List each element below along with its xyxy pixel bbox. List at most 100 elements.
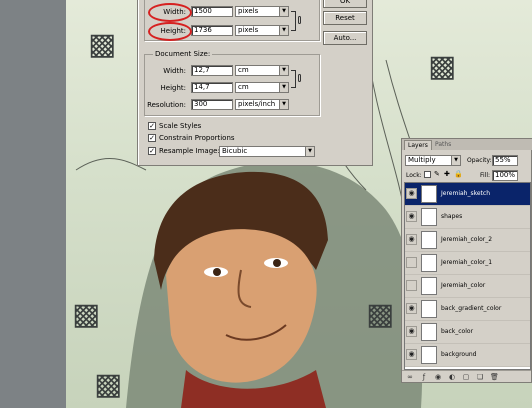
doc-width-input[interactable]: 12,7 bbox=[191, 65, 233, 76]
opacity-input[interactable]: 55% bbox=[492, 155, 518, 166]
lock-transparency-icon[interactable] bbox=[424, 171, 431, 178]
layer-name: Jeremiah_color_2 bbox=[441, 236, 493, 243]
blend-mode-value: Multiply bbox=[408, 156, 436, 164]
chevron-down-icon: ▼ bbox=[279, 83, 288, 92]
panel-tabs: Layers Paths bbox=[402, 139, 532, 150]
puzzle-piece-icon: ▩ bbox=[94, 367, 123, 402]
layer-thumbnail bbox=[421, 208, 437, 226]
layer-thumbnail bbox=[421, 323, 437, 341]
lock-pixels-icon[interactable]: ✎ bbox=[434, 170, 440, 178]
visibility-eye-icon[interactable]: ◉ bbox=[406, 303, 417, 314]
resolution-label: Resolution: bbox=[147, 101, 186, 109]
visibility-eye-icon[interactable]: ◉ bbox=[406, 326, 417, 337]
layer-row[interactable]: Jeremiah_color bbox=[405, 275, 530, 298]
pixel-link-bracket bbox=[291, 11, 296, 31]
link-layers-icon[interactable]: ∞ bbox=[406, 373, 414, 381]
tab-paths[interactable]: Paths bbox=[432, 140, 454, 150]
chain-link-icon bbox=[298, 16, 301, 24]
new-group-icon[interactable]: ▢ bbox=[462, 373, 470, 381]
adjustment-layer-icon[interactable]: ◐ bbox=[448, 373, 456, 381]
constrain-proportions-checkbox[interactable]: ✓ bbox=[148, 134, 156, 142]
visibility-eye-icon[interactable] bbox=[406, 257, 417, 268]
chain-link-icon bbox=[298, 74, 301, 82]
resample-method-value: Bicubic bbox=[222, 147, 248, 155]
layer-row[interactable]: ◉ Jeremiah_color_2 bbox=[405, 229, 530, 252]
layer-name: Jeremiah_sketch bbox=[441, 190, 491, 197]
layer-thumbnail bbox=[421, 231, 437, 249]
puzzle-piece-icon: ▩ bbox=[72, 297, 101, 332]
document-link-bracket bbox=[291, 70, 296, 88]
pixel-width-unit-select[interactable]: pixels ▼ bbox=[235, 6, 289, 17]
layer-list: ◉ Jeremiah_sketch ◉ shapes ◉ Jeremiah_color_2… bbox=[404, 182, 531, 370]
puzzle-piece-icon: ▩ bbox=[88, 27, 117, 62]
workspace-border bbox=[0, 0, 66, 408]
visibility-eye-icon[interactable]: ◉ bbox=[406, 188, 417, 199]
lock-label: Lock: bbox=[406, 172, 422, 179]
visibility-eye-icon[interactable]: ◉ bbox=[406, 211, 417, 222]
resolution-unit-value: pixels/inch bbox=[238, 100, 276, 108]
doc-width-unit-select[interactable]: cm ▼ bbox=[235, 65, 289, 76]
layer-name: back_gradient_color bbox=[441, 305, 502, 312]
annotation-circle bbox=[148, 3, 192, 22]
resample-image-checkbox[interactable]: ✓ bbox=[148, 147, 156, 155]
layer-row[interactable]: ◉ back_color bbox=[405, 321, 530, 344]
pixel-width-input[interactable]: 1500 bbox=[191, 6, 233, 17]
ok-button[interactable]: OK bbox=[323, 0, 367, 8]
fill-input[interactable]: 100% bbox=[492, 170, 518, 181]
doc-height-unit-value: cm bbox=[238, 83, 249, 91]
layer-name: background bbox=[441, 351, 477, 358]
layer-row[interactable]: Jeremiah_color_1 bbox=[405, 252, 530, 275]
fill-label: Fill: bbox=[480, 172, 491, 179]
pixel-height-unit-select[interactable]: pixels ▼ bbox=[235, 25, 289, 36]
layer-name: Jeremiah_color bbox=[441, 282, 486, 289]
constrain-proportions-label: Constrain Proportions bbox=[159, 134, 235, 142]
visibility-eye-icon[interactable] bbox=[406, 280, 417, 291]
resample-image-label: Resample Image: bbox=[159, 147, 220, 155]
new-layer-icon[interactable]: ❏ bbox=[476, 373, 484, 381]
resample-method-select[interactable]: Bicubic ▼ bbox=[219, 146, 315, 157]
layer-mask-icon[interactable]: ◉ bbox=[434, 373, 442, 381]
document-size-legend: Document Size: bbox=[153, 50, 213, 58]
pixel-height-input[interactable]: 1736 bbox=[191, 25, 233, 36]
scale-styles-checkbox[interactable]: ✓ bbox=[148, 122, 156, 130]
layer-thumbnail bbox=[421, 300, 437, 318]
pixel-width-unit-value: pixels bbox=[238, 7, 259, 15]
chevron-down-icon: ▼ bbox=[279, 100, 288, 109]
tab-layers[interactable]: Layers bbox=[404, 140, 432, 150]
layer-name: shapes bbox=[441, 213, 463, 220]
scale-styles-label: Scale Styles bbox=[159, 122, 202, 130]
resolution-unit-select[interactable]: pixels/inch ▼ bbox=[235, 99, 289, 110]
chevron-down-icon: ▼ bbox=[279, 66, 288, 75]
doc-width-label: Width: bbox=[163, 67, 186, 75]
layer-row[interactable]: ◉ shapes bbox=[405, 206, 530, 229]
resolution-input[interactable]: 300 bbox=[191, 99, 233, 110]
doc-height-input[interactable]: 14,7 bbox=[191, 82, 233, 93]
reset-button[interactable]: Reset bbox=[323, 11, 367, 25]
layer-row[interactable]: ◉ back_gradient_color bbox=[405, 298, 530, 321]
layer-row[interactable]: ◉ Jeremiah_sketch bbox=[405, 183, 530, 206]
pixel-height-unit-value: pixels bbox=[238, 26, 259, 34]
layers-toolbar: ∞ ƒ ◉ ◐ ▢ ❏ 🗑 bbox=[402, 370, 531, 382]
doc-width-unit-value: cm bbox=[238, 66, 249, 74]
layer-style-icon[interactable]: ƒ bbox=[420, 373, 428, 381]
doc-height-unit-select[interactable]: cm ▼ bbox=[235, 82, 289, 93]
blend-mode-select[interactable]: Multiply ▼ bbox=[405, 155, 461, 166]
lock-all-icon[interactable]: 🔒 bbox=[454, 170, 463, 178]
chevron-down-icon: ▼ bbox=[451, 156, 460, 165]
auto-button[interactable]: Auto... bbox=[323, 31, 367, 45]
opacity-label: Opacity: bbox=[467, 157, 492, 164]
layer-thumbnail bbox=[421, 254, 437, 272]
lock-position-icon[interactable]: ✚ bbox=[444, 170, 450, 178]
layer-thumbnail bbox=[421, 346, 437, 364]
layer-thumbnail bbox=[421, 185, 437, 203]
visibility-eye-icon[interactable]: ◉ bbox=[406, 234, 417, 245]
doc-height-label: Height: bbox=[160, 84, 187, 92]
chevron-down-icon: ▼ bbox=[305, 147, 314, 156]
layer-row[interactable]: ◉ background bbox=[405, 344, 530, 367]
puzzle-piece-icon: ▩ bbox=[428, 49, 457, 84]
trash-icon[interactable]: 🗑 bbox=[490, 373, 499, 381]
layer-name: back_color bbox=[441, 328, 474, 335]
layers-panel: Layers Paths Multiply ▼ Opacity: 55% Loc… bbox=[401, 138, 532, 383]
visibility-eye-icon[interactable]: ◉ bbox=[406, 349, 417, 360]
layer-name: Jeremiah_color_1 bbox=[441, 259, 493, 266]
